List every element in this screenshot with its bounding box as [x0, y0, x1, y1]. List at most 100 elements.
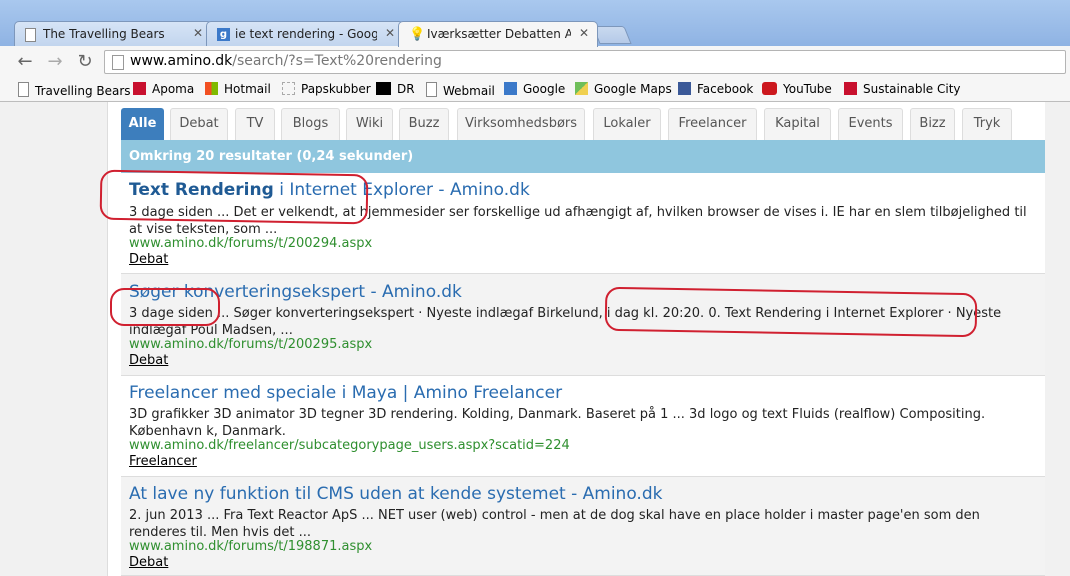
apoma-icon [844, 82, 857, 95]
search-result: Freelancer med speciale i Maya | Amino F… [121, 376, 1045, 477]
search-container: Alle Debat TV Blogs Wiki Buzz Virksomhed… [121, 102, 1045, 576]
bookmark-google[interactable]: Google [504, 82, 565, 96]
result-title-text: At lave ny funktion til CMS uden at kend… [129, 484, 663, 504]
result-url[interactable]: www.amino.dk/forums/t/200294.aspx [129, 236, 372, 251]
result-title-link[interactable]: Text Rendering i Internet Explorer - Ami… [129, 180, 530, 200]
page-gutter [107, 102, 122, 576]
bookmark-label: Google Maps [594, 82, 672, 96]
result-title-text: i Internet Explorer - Amino.dk [273, 180, 530, 200]
search-result: At lave ny funktion til CMS uden at kend… [121, 477, 1045, 576]
bookmark-label: Webmail [443, 84, 495, 98]
bookmark-apoma[interactable]: Apoma [133, 82, 194, 96]
result-url[interactable]: www.amino.dk/forums/t/198871.aspx [129, 539, 372, 554]
tab-strip: The Travelling Bears ✕ g ie text renderi… [0, 0, 1070, 47]
bookmark-label: Papskubber [301, 82, 371, 96]
search-result: Text Rendering i Internet Explorer - Ami… [121, 173, 1045, 274]
google-icon [504, 82, 517, 95]
bookmark-label: Facebook [697, 82, 754, 96]
close-icon[interactable]: ✕ [385, 26, 395, 40]
bookmark-dr[interactable]: DR [376, 82, 415, 96]
page-icon [25, 28, 36, 42]
page-viewport: Alle Debat TV Blogs Wiki Buzz Virksomhed… [0, 102, 1070, 576]
bookmark-label: Sustainable City [863, 82, 961, 96]
tab-title: The Travelling Bears [43, 27, 165, 41]
result-title-bold: Text Rendering [129, 180, 274, 200]
tab-blogs[interactable]: Blogs [281, 108, 340, 140]
address-path: /search/?s=Text%20rendering [232, 53, 442, 69]
bookmark-label: Apoma [152, 82, 195, 96]
tab-wiki[interactable]: Wiki [346, 108, 393, 140]
forward-arrow-icon[interactable]: → [44, 51, 66, 73]
result-snippet: 3 dage siden ... Søger konverteringseksp… [129, 306, 1002, 338]
bookmark-label: Hotmail [224, 82, 271, 96]
result-url[interactable]: www.amino.dk/freelancer/subcategorypage_… [129, 438, 570, 453]
page-icon [426, 82, 437, 97]
youtube-icon [762, 82, 777, 95]
result-count-bar: Omkring 20 resultater (0,24 sekunder) [121, 140, 1045, 173]
tab-buzz[interactable]: Buzz [399, 108, 449, 140]
browser-tab-3[interactable]: 💡 Iværksætter Debatten Amin ✕ [398, 21, 598, 47]
bookmark-travelling-bears[interactable]: Travelling Bears [18, 82, 131, 98]
page-icon [18, 82, 29, 97]
result-title-link[interactable]: Søger konverteringsekspert - Amino.dk [129, 282, 462, 302]
bookmark-google-maps[interactable]: Google Maps [575, 82, 672, 96]
browser-tab-1[interactable]: The Travelling Bears ✕ [14, 21, 212, 46]
result-category-link[interactable]: Debat [129, 353, 168, 368]
tab-events[interactable]: Events [838, 108, 903, 140]
facebook-icon [678, 82, 691, 95]
back-arrow-icon[interactable]: ← [14, 51, 36, 73]
reload-icon[interactable]: ↻ [74, 51, 96, 73]
tab-debat[interactable]: Debat [170, 108, 228, 140]
close-icon[interactable]: ✕ [579, 26, 589, 40]
result-url[interactable]: www.amino.dk/forums/t/200295.aspx [129, 337, 372, 352]
result-snippet: 2. jun 2013 ... Fra Text Reactor ApS ...… [129, 508, 980, 540]
address-domain: www.amino.dk [130, 53, 233, 69]
tab-virksomhedsbors[interactable]: Virksomhedsbørs [457, 108, 585, 140]
close-icon[interactable]: ✕ [193, 26, 203, 40]
tab-freelancer[interactable]: Freelancer [668, 108, 757, 140]
windows-icon [205, 82, 218, 95]
tab-title: ie text rendering - Google [235, 27, 377, 41]
tab-tv[interactable]: TV [235, 108, 275, 140]
bookmark-sustainable-city[interactable]: Sustainable City [844, 82, 961, 96]
result-snippet: 3 dage siden ... Det er velkendt, at hje… [129, 205, 1027, 237]
tab-kapital[interactable]: Kapital [764, 108, 831, 140]
address-bar[interactable]: www.amino.dk/search/?s=Text%20rendering [104, 50, 1066, 74]
lightbulb-icon: 💡 [409, 27, 426, 42]
result-category-link[interactable]: Debat [129, 252, 168, 267]
result-title-text: Freelancer med speciale i Maya | Amino F… [129, 383, 563, 403]
bookmark-hotmail[interactable]: Hotmail [205, 82, 271, 96]
address-url: www.amino.dk/search/?s=Text%20rendering [130, 53, 442, 69]
browser-toolbar: ← → ↻ www.amino.dk/search/?s=Text%20rend… [0, 46, 1070, 78]
result-title-link[interactable]: At lave ny funktion til CMS uden at kend… [129, 484, 662, 504]
bookmark-label: DR [397, 82, 415, 96]
maps-icon [575, 82, 588, 95]
apoma-icon [133, 82, 146, 95]
search-result: Søger konverteringsekspert - Amino.dk 3 … [121, 274, 1045, 376]
bookmark-label: YouTube [783, 82, 832, 96]
bookmark-label: Travelling Bears [35, 84, 131, 98]
result-category-link[interactable]: Debat [129, 555, 168, 570]
tab-tryk[interactable]: Tryk [962, 108, 1012, 140]
result-category-link[interactable]: Freelancer [129, 454, 197, 469]
dr-icon [376, 82, 391, 95]
bookmark-youtube[interactable]: YouTube [762, 82, 832, 96]
bookmark-label: Google [523, 82, 566, 96]
new-tab-button[interactable] [592, 26, 632, 44]
result-title-link[interactable]: Freelancer med speciale i Maya | Amino F… [129, 383, 562, 403]
result-title-text: Søger konverteringsekspert - Amino.dk [129, 282, 462, 302]
tab-lokaler[interactable]: Lokaler [593, 108, 661, 140]
result-count: Omkring 20 resultater (0,24 sekunder) [129, 149, 414, 164]
bookmark-papskubber[interactable]: Papskubber [282, 82, 371, 96]
google-icon: g [217, 28, 230, 41]
page-icon [112, 55, 124, 70]
browser-tab-2[interactable]: g ie text rendering - Google ✕ [206, 21, 404, 46]
tab-alle[interactable]: Alle [121, 108, 164, 140]
bookmark-facebook[interactable]: Facebook [678, 82, 753, 96]
result-snippet: 3D grafikker 3D animator 3D tegner 3D re… [129, 407, 986, 439]
bookmarks-bar: Travelling Bears Apoma Hotmail Papskubbe… [0, 78, 1070, 102]
bookmark-webmail[interactable]: Webmail [426, 82, 495, 98]
puzzle-icon [282, 82, 295, 95]
tab-title: Iværksætter Debatten Amin [427, 27, 571, 41]
tab-bizz[interactable]: Bizz [910, 108, 955, 140]
